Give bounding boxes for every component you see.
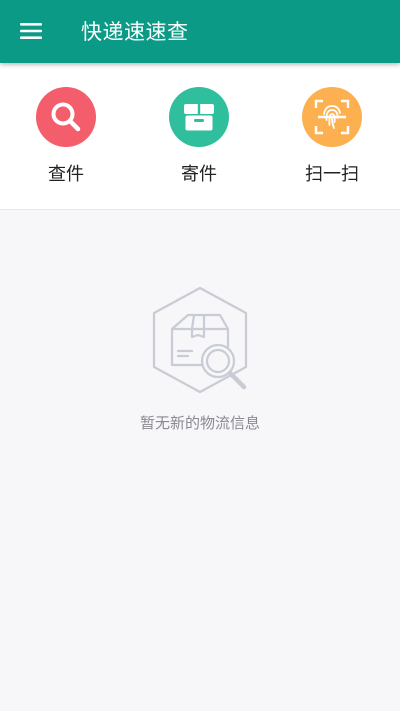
quick-actions-panel: 查件 寄件 扫一扫: [0, 63, 400, 210]
send-package-button[interactable]: 寄件: [151, 87, 247, 191]
app-title: 快递速速查: [81, 20, 189, 44]
package-search-icon: [152, 286, 248, 394]
query-package-label: 查件: [48, 164, 84, 185]
tracking-list-area[interactable]: 暂无新的物流信息: [0, 210, 400, 711]
scan-icon-circle: [302, 87, 362, 147]
empty-state-message: 暂无新的物流信息: [139, 414, 260, 432]
send-package-label: 寄件: [181, 164, 217, 185]
send-icon-circle: [169, 87, 229, 147]
scan-button[interactable]: 扫一扫: [284, 87, 380, 191]
app-root: 快递速速查 查件 寄件 扫一扫 暂无新的物流信息: [0, 0, 400, 711]
menu-button[interactable]: [11, 11, 51, 51]
top-app-bar: 快递速速查: [0, 0, 400, 63]
fingerprint-scan-icon: [314, 99, 350, 135]
hamburger-menu-icon: [20, 23, 42, 39]
query-package-button[interactable]: 查件: [18, 87, 114, 191]
scan-label: 扫一扫: [305, 164, 359, 185]
magnifier-icon: [51, 102, 81, 132]
query-icon-circle: [36, 87, 96, 147]
package-box-icon: [184, 104, 214, 131]
